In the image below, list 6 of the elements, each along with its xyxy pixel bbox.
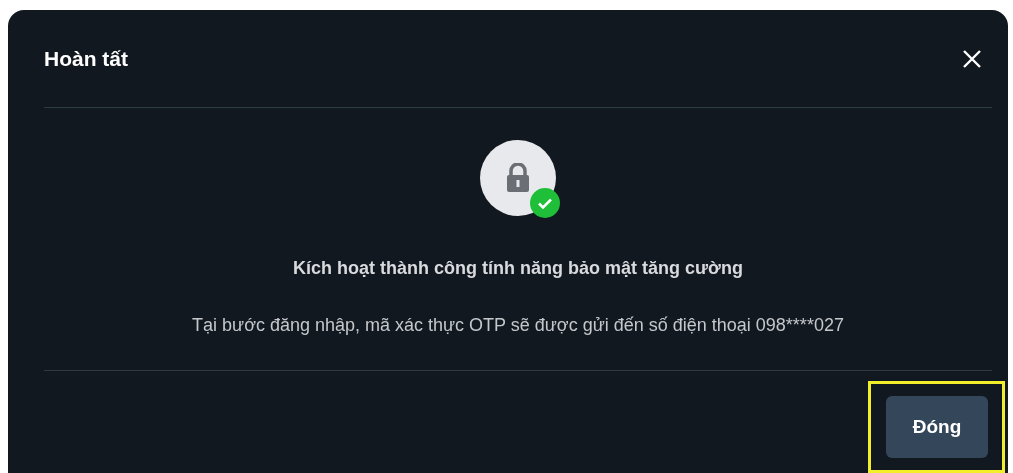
check-icon	[530, 188, 560, 218]
close-icon	[962, 48, 982, 69]
success-heading: Kích hoạt thành công tính năng bảo mật tăng cường	[293, 258, 743, 279]
dialog-title: Hoàn tất	[44, 46, 128, 71]
otp-message: Tại bước đăng nhập, mã xác thực OTP sẽ được gửi đến số điện thoại 098****027	[192, 315, 844, 336]
close-dialog-button[interactable]: Đóng	[886, 396, 988, 458]
